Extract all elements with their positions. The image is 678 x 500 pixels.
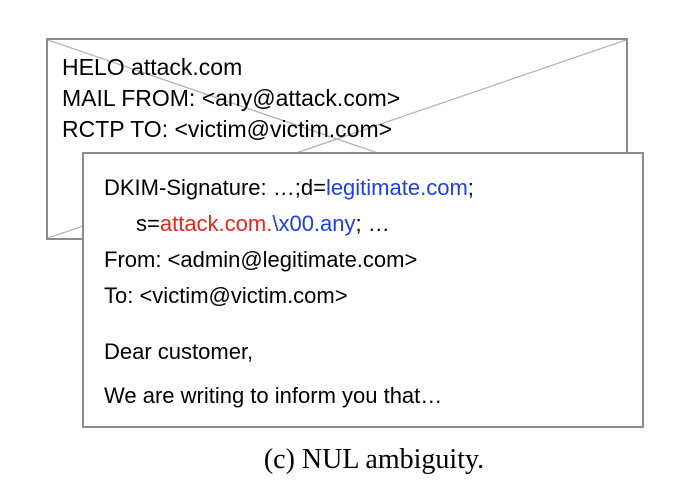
dkim-domain: legitimate.com: [325, 175, 468, 200]
helo-command: HELO attack.com: [62, 54, 243, 80]
greeting-line: Dear customer,: [104, 339, 254, 364]
dkim-signature-line: DKIM-Signature: …;d=legitimate.com;: [104, 170, 474, 206]
to-header: To: <victim@victim.com>: [104, 283, 348, 308]
body-line: We are writing to inform you that…: [104, 383, 443, 408]
from-header: From: <admin@legitimate.com>: [104, 247, 418, 272]
selector-attack-domain: attack.com.: [159, 211, 273, 236]
smtp-commands: HELO attack.com MAIL FROM: <any@attack.c…: [62, 52, 400, 145]
figure-caption: (c) NUL ambiguity.: [263, 444, 485, 475]
dkim-selector-line: s=attack.com.\x00.any; …: [104, 206, 474, 242]
rcpt-to-command: RCTP TO: <victim@victim.com>: [62, 116, 393, 142]
selector-nul-part: \x00.any: [272, 211, 356, 236]
selector-prefix: s=: [136, 211, 160, 236]
message-headers-and-body: DKIM-Signature: …;d=legitimate.com; s=at…: [104, 170, 474, 414]
email-message: DKIM-Signature: …;d=legitimate.com; s=at…: [82, 152, 644, 428]
dkim-suffix: ;: [467, 175, 474, 200]
dkim-prefix: DKIM-Signature: …;d=: [104, 175, 326, 200]
mail-from-command: MAIL FROM: <any@attack.com>: [62, 85, 401, 111]
selector-suffix: ; …: [355, 211, 390, 236]
